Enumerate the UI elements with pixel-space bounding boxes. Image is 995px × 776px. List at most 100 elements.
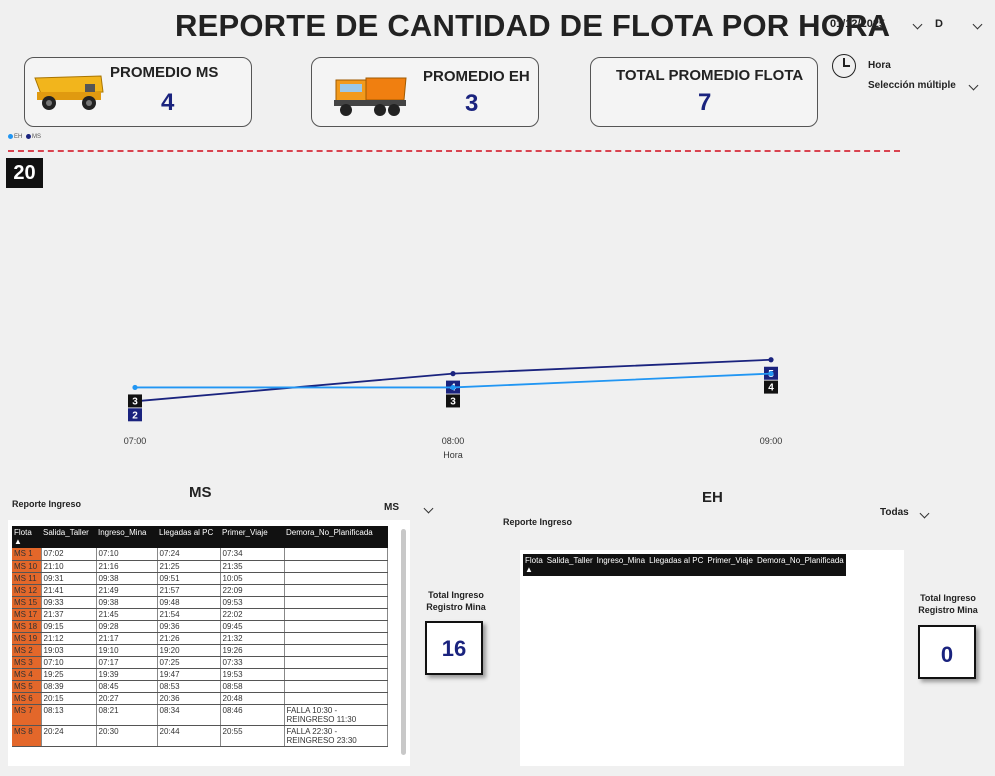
table-cell: 09:31	[41, 572, 97, 585]
table-cell: 09:15	[41, 620, 97, 633]
table-cell: 21:45	[96, 608, 158, 621]
column-header[interactable]: Salida_Taller	[544, 554, 595, 576]
eh-filter-value: Todas	[880, 507, 909, 518]
flota-cell: MS 5	[12, 680, 42, 693]
table-cell: 20:15	[41, 692, 97, 705]
table-row[interactable]: MS 8 20:24 20:30 20:44 20:55 FALLA 22:30 - RE…	[12, 725, 388, 747]
table-row[interactable]: MS 2 19:03 19:10 19:20 19:26	[12, 644, 388, 657]
kpi-title: TOTAL PROMEDIO FLOTA	[616, 67, 804, 84]
flota-cell: MS 3	[12, 656, 42, 669]
table-row[interactable]: MS 6 20:15 20:27 20:36 20:48	[12, 692, 388, 705]
table-cell	[284, 620, 388, 633]
table-cell: 21:32	[220, 632, 285, 645]
table-row[interactable]: MS 12 21:41 21:49 21:57 22:09	[12, 584, 388, 597]
table-cell: 09:28	[96, 620, 158, 633]
ms-report-table-container[interactable]: Flota ▲ Salida_Taller Ingreso_Mina Llegad…	[8, 520, 410, 766]
table-cell: 09:33	[41, 596, 97, 609]
table-cell: 07:10	[96, 548, 158, 561]
flota-cell: MS 6	[12, 692, 42, 705]
data-label: 3	[450, 396, 456, 407]
column-header[interactable]: Primer_Viaje	[220, 526, 284, 548]
x-tick-label: 09:00	[760, 436, 783, 446]
table-row[interactable]: MS 4 19:25 19:39 19:47 19:53	[12, 668, 388, 681]
flota-cell: MS 10	[12, 560, 42, 573]
table-row[interactable]: MS 7 08:13 08:21 08:34 08:46 FALLA 10:30 - RE…	[12, 704, 388, 726]
ms-total-label: Total Ingreso Registro Mina	[426, 590, 486, 612]
eh-total-label: Total Ingreso Registro Mina	[918, 593, 978, 615]
flota-cell: MS 7	[12, 704, 42, 726]
table-cell: 22:09	[220, 584, 285, 597]
table-cell: 21:16	[96, 560, 158, 573]
table-cell: 19:10	[96, 644, 158, 657]
ms-report-label: Reporte Ingreso	[12, 499, 82, 509]
table-cell: 21:49	[96, 584, 158, 597]
table-row[interactable]: MS 5 08:39 08:45 08:53 08:58	[12, 680, 388, 693]
table-cell	[284, 608, 388, 621]
kpi-title: PROMEDIO EH	[423, 68, 530, 85]
table-cell: 20:55	[220, 725, 285, 747]
table-cell: 20:30	[96, 725, 158, 747]
hora-filter-select[interactable]: Selección múltiple	[868, 80, 983, 96]
column-header[interactable]: Demora_No_Planificada	[755, 554, 846, 576]
d-slicer[interactable]: D	[935, 18, 985, 36]
column-header[interactable]: Flota ▲	[523, 554, 545, 576]
table-cell	[284, 668, 388, 681]
table-cell: 20:36	[157, 692, 221, 705]
ms-section-title: MS	[189, 484, 212, 501]
column-header[interactable]: Llegadas al PC	[157, 526, 220, 548]
table-cell: 21:25	[157, 560, 221, 573]
table-row[interactable]: MS 11 09:31 09:38 09:51 10:05	[12, 572, 388, 585]
table-row[interactable]: MS 1 07:02 07:10 07:24 07:34	[12, 548, 388, 561]
dump-truck-icon	[334, 77, 407, 116]
ms-filter-select[interactable]: MS	[384, 502, 436, 518]
kpi-title: PROMEDIO MS	[110, 64, 219, 81]
ms-filter-value: MS	[384, 502, 399, 513]
table-cell: 09:38	[96, 572, 158, 585]
table-cell: 20:44	[157, 725, 221, 747]
table-cell	[284, 596, 388, 609]
flota-cell: MS 4	[12, 668, 42, 681]
column-header[interactable]: Ingreso_Mina	[594, 554, 648, 576]
data-label: 2	[132, 410, 138, 421]
table-row[interactable]: MS 18 09:15 09:28 09:36 09:45	[12, 620, 388, 633]
eh-section-title: EH	[702, 489, 723, 506]
eh-total-value: 0	[918, 625, 976, 679]
table-cell: 08:13	[41, 704, 97, 726]
table-row[interactable]: MS 10 21:10 21:16 21:25 21:35	[12, 560, 388, 573]
hora-filter-value: Selección múltiple	[868, 80, 956, 91]
kpi-value: 3	[465, 90, 479, 117]
column-header[interactable]: Llegadas al PC	[647, 554, 706, 576]
table-row[interactable]: MS 19 21:12 21:17 21:26 21:32	[12, 632, 388, 645]
column-header[interactable]: Flota ▲	[12, 526, 41, 548]
eh-report-table-container[interactable]: Flota ▲ Salida_Taller Ingreso_Mina Llegad…	[520, 550, 904, 766]
chevron-down-icon	[912, 19, 923, 30]
eh-filter-select[interactable]: Todas	[880, 507, 932, 523]
kpi-value: 4	[161, 89, 175, 116]
d-slicer-value: D	[935, 18, 943, 30]
table-cell: 08:34	[157, 704, 221, 726]
kpi-card-promedio-ms: PROMEDIO MS 4	[24, 57, 252, 127]
table-cell: 07:25	[157, 656, 221, 669]
column-header[interactable]: Demora_No_Planificada	[284, 526, 388, 548]
column-header[interactable]: Primer_Viaje	[705, 554, 756, 576]
date-slicer[interactable]: 01/12/2025	[830, 18, 925, 36]
scrollbar[interactable]	[401, 529, 406, 755]
legend-label-eh: EH	[14, 134, 23, 141]
clock-icon	[832, 54, 856, 78]
column-header[interactable]: Ingreso_Mina	[96, 526, 157, 548]
flota-cell: MS 17	[12, 608, 42, 621]
table-cell: 22:02	[220, 608, 285, 621]
chevron-down-icon	[423, 503, 434, 514]
table-cell: FALLA 10:30 - REINGRESO 11:30	[284, 704, 388, 726]
legend-dot-eh	[8, 134, 13, 139]
table-row[interactable]: MS 3 07:10 07:17 07:25 07:33	[12, 656, 388, 669]
table-row[interactable]: MS 17 21:37 21:45 21:54 22:02	[12, 608, 388, 621]
table-cell	[284, 560, 388, 573]
x-tick-label: 08:00	[442, 436, 465, 446]
flota-cell: MS 8	[12, 725, 42, 747]
column-header[interactable]: Salida_Taller	[41, 526, 96, 548]
table-row[interactable]: MS 15 09:33 09:38 09:48 09:53	[12, 596, 388, 609]
data-point	[450, 371, 456, 377]
ms-report-table: Flota ▲ Salida_Taller Ingreso_Mina Llegad…	[12, 526, 388, 747]
table-cell: 20:48	[220, 692, 285, 705]
